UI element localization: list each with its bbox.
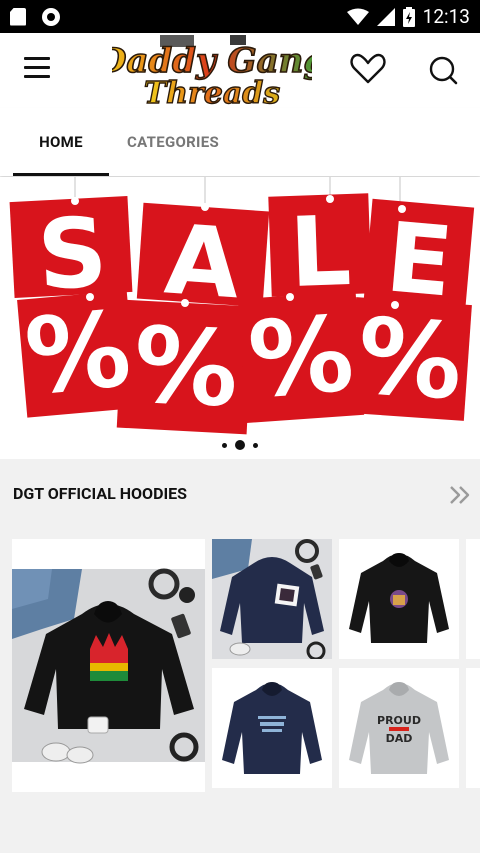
product-card-partial[interactable] <box>466 668 480 788</box>
menu-button[interactable] <box>24 57 50 79</box>
menu-icon <box>24 57 50 60</box>
carousel-dot[interactable] <box>222 442 227 448</box>
battery-icon <box>402 6 415 27</box>
tab-categories[interactable]: CATEGORIES <box>109 108 237 176</box>
banner-percent-3: % <box>245 293 357 422</box>
tab-home[interactable]: HOME <box>13 108 109 176</box>
product-card-navy-hoodie[interactable] <box>212 539 332 659</box>
product-card-black-hoodie-crown[interactable] <box>12 539 205 792</box>
product-card-navy-hoodie-special-daddy[interactable] <box>212 668 332 788</box>
product-image: PROUD DAD <box>339 668 459 788</box>
carousel-dot-active[interactable] <box>235 440 245 450</box>
wifi-icon <box>346 8 369 25</box>
sd-card-icon <box>10 7 26 26</box>
section-title: DGT OFFICIAL HOODIES <box>13 484 188 503</box>
print-text-proud: PROUD <box>377 714 421 727</box>
status-bar: 12:13 <box>0 0 480 33</box>
product-image <box>339 539 459 659</box>
section-header: DGT OFFICIAL HOODIES <box>0 460 480 528</box>
carousel-indicator <box>0 438 480 452</box>
print-text-dad: DAD <box>386 732 413 745</box>
heart-icon[interactable] <box>350 53 386 85</box>
product-card-partial[interactable] <box>466 539 480 659</box>
sale-banner-image: S A L E % % % % <box>0 177 480 459</box>
banner-percent-4: % <box>354 295 466 424</box>
logo-line2: Threads <box>144 76 280 107</box>
promo-banner[interactable]: S A L E % % % % <box>0 177 480 459</box>
product-card-grey-hoodie-proud-dad[interactable]: PROUD DAD <box>339 668 459 788</box>
banner-percent-2: % <box>131 303 241 430</box>
status-time: 12:13 <box>422 5 470 28</box>
logo-line1: Daddy Gang <box>112 41 312 81</box>
brand-logo[interactable]: Daddy Gang Threads <box>112 35 312 107</box>
product-image <box>212 539 332 659</box>
banner-percent-1: % <box>21 288 135 419</box>
double-chevron-right-icon[interactable] <box>448 484 472 506</box>
product-card-black-hoodie[interactable] <box>339 539 459 659</box>
record-icon <box>42 7 60 26</box>
app-bar: Daddy Gang Threads <box>0 33 480 108</box>
product-image <box>212 668 332 788</box>
signal-icon <box>376 7 395 26</box>
tab-bar: HOME CATEGORIES <box>0 108 480 176</box>
search-icon[interactable] <box>427 55 459 87</box>
carousel-dot[interactable] <box>253 442 258 448</box>
product-image <box>12 539 205 792</box>
